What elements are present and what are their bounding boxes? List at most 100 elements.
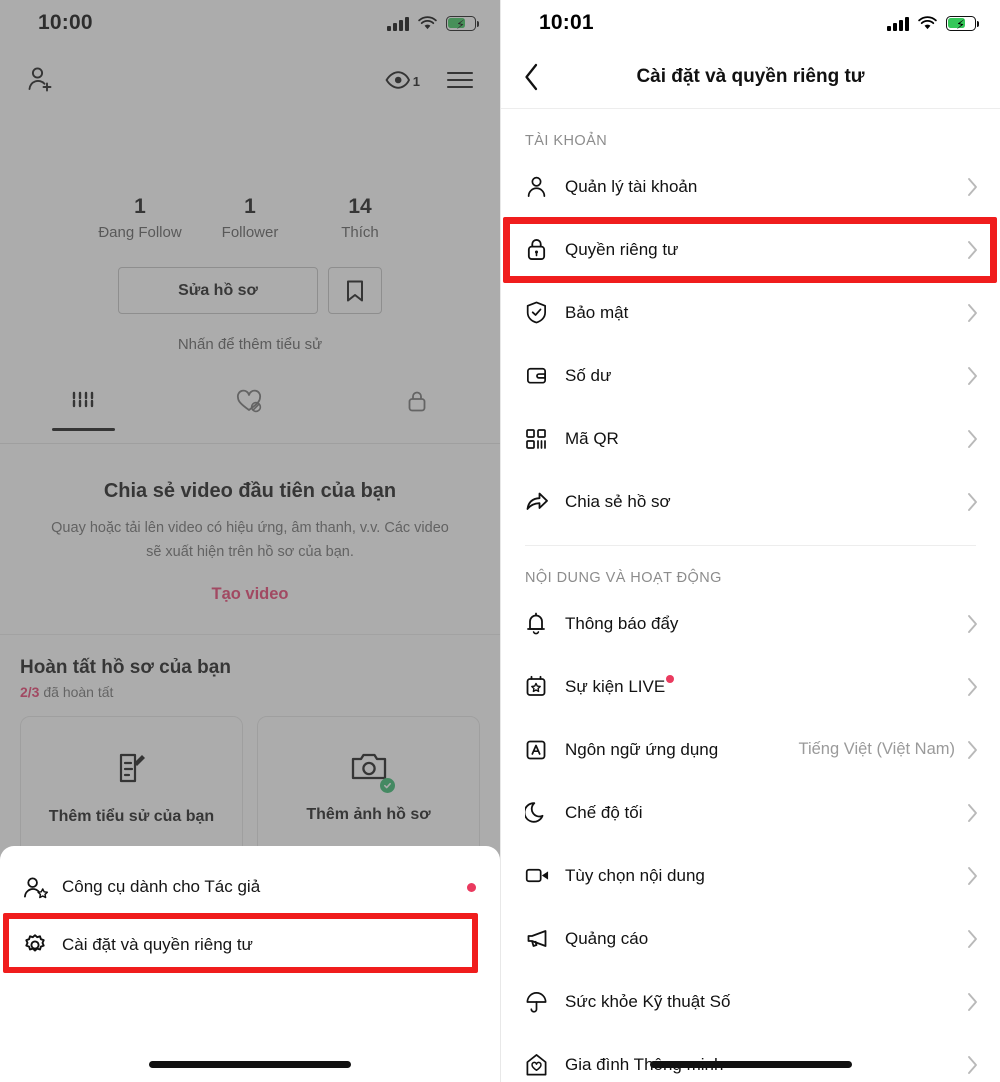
profile-stats: 1 Đang Follow 1 Follower 14 Thích (0, 194, 500, 241)
tab-private[interactable] (333, 389, 500, 443)
stat-likes[interactable]: 14 Thích (305, 194, 415, 241)
tab-active-underline (51, 428, 115, 432)
calendar-star-icon (525, 675, 565, 698)
chevron-right-icon (967, 240, 978, 260)
section-header-content-activity: NỘI DUNG VÀ HOẠT ĐỘNG (525, 570, 722, 586)
empty-state-title: Chia sẻ video đầu tiên của bạn (103, 480, 397, 503)
settings-row-live-events[interactable]: Sự kiện LIVE (501, 655, 1000, 718)
stat-label: Đang Follow (98, 224, 182, 242)
right-phone-panel: 10:01 ⚡ Cài đặt và quyền riêng tư TÀI KH… (500, 0, 1000, 1082)
status-time: 10:01 (539, 11, 594, 34)
settings-row-share-profile[interactable]: Chia sẻ hồ sơ (501, 470, 1000, 533)
status-bar-left: 10:00 ⚡ (0, 0, 500, 46)
back-button[interactable] (523, 62, 563, 92)
chevron-left-icon (525, 63, 538, 91)
language-icon (525, 739, 565, 761)
chevron-right-icon (967, 366, 978, 386)
tab-liked[interactable] (167, 389, 334, 443)
settings-row-label: Sức khỏe Kỹ thuật Số (565, 991, 731, 1011)
chevron-right-icon (967, 866, 978, 886)
empty-state-subtitle: Quay hoặc tải lên video có hiệu ứng, âm … (51, 520, 449, 561)
status-time: 10:00 (38, 11, 93, 34)
progress-suffix: đã hoàn tất (43, 684, 114, 701)
edit-profile-button[interactable]: Sửa hồ sơ (118, 267, 318, 315)
views-count: 1 (412, 74, 420, 89)
moon-icon (525, 801, 565, 824)
battery-charging-icon: ⚡ (946, 15, 980, 32)
notification-dot (467, 882, 476, 892)
settings-row-security[interactable]: Bảo mật (501, 281, 1000, 344)
bookmark-icon (347, 280, 363, 302)
row-label-text: Sự kiện LIVE (565, 676, 666, 696)
left-phone-panel: 10:00 ⚡ 1 1 Đang Follow 1 Follower 14 Th… (0, 0, 500, 1082)
card-add-photo[interactable]: Thêm ảnh hồ sơ (257, 716, 480, 867)
stat-value: 1 (134, 195, 146, 218)
profile-topbar-actions: 1 (385, 70, 474, 90)
settings-row-label: Sự kiện LIVE (565, 674, 967, 697)
stat-label: Thích (341, 224, 379, 242)
settings-row-digital-wellbeing[interactable]: Sức khỏe Kỹ thuật Số (501, 970, 1000, 1033)
empty-state: Chia sẻ video đầu tiên của bạn Quay hoặc… (0, 444, 500, 604)
hamburger-menu-icon[interactable] (446, 70, 474, 90)
settings-row-app-language[interactable]: Ngôn ngữ ứng dụng Tiếng Việt (Việt Nam) (501, 718, 1000, 781)
progress-fraction: 2/3 (20, 684, 40, 701)
stat-value: 1 (244, 195, 256, 218)
settings-row-label: Chế độ tối (565, 802, 643, 822)
chevron-right-icon (967, 303, 978, 323)
complete-profile-progress: 2/3 đã hoàn tất (20, 684, 480, 700)
person-icon (525, 175, 565, 199)
grid-posts-icon (73, 391, 94, 411)
bookmark-button[interactable] (328, 267, 382, 315)
profile-tabs (0, 389, 500, 443)
bio-hint-text[interactable]: Nhấn để thêm tiểu sử (0, 336, 500, 353)
settings-row-manage-account[interactable]: Quản lý tài khoản (501, 155, 1000, 218)
create-video-link[interactable]: Tạo video (42, 585, 458, 604)
sheet-item-settings-privacy[interactable]: Cài đặt và quyền riêng tư (0, 916, 500, 974)
complete-profile-section: Hoàn tất hồ sơ của bạn 2/3 đã hoàn tất T… (0, 634, 500, 867)
chevron-right-icon (967, 614, 978, 634)
chevron-right-icon (967, 740, 978, 760)
settings-row-label: Tùy chọn nội dung (565, 865, 705, 885)
profile-action-row: Sửa hồ sơ (0, 267, 500, 315)
cellular-signal-icon (887, 16, 909, 31)
home-indicator-left (149, 1061, 351, 1068)
complete-profile-cards: Thêm tiểu sử của bạn Thêm ảnh hồ sơ (20, 716, 480, 867)
add-person-icon[interactable] (26, 65, 56, 95)
tab-posts[interactable] (0, 389, 167, 443)
sheet-item-creator-tools[interactable]: Công cụ dành cho Tác giả (0, 858, 500, 916)
lock-icon (525, 237, 565, 262)
family-home-icon (525, 1053, 565, 1077)
share-arrow-icon (525, 490, 565, 513)
wallet-icon (525, 364, 565, 387)
sheet-item-label: Cài đặt và quyền riêng tư (62, 935, 253, 954)
stat-following[interactable]: 1 Đang Follow (85, 194, 195, 241)
settings-row-label: Thông báo đẩy (565, 613, 679, 633)
settings-row-balance[interactable]: Số dư (501, 344, 1000, 407)
status-icons: ⚡ (887, 15, 980, 32)
settings-row-privacy[interactable]: Quyền riêng tư (501, 218, 1000, 281)
settings-row-ads[interactable]: Quảng cáo (501, 907, 1000, 970)
eye-icon[interactable]: 1 (385, 70, 420, 90)
settings-row-family-pairing[interactable]: Gia đình Thông minh (501, 1033, 1000, 1082)
tab-inactive-underline (219, 428, 282, 431)
settings-row-qr-code[interactable]: Mã QR (501, 407, 1000, 470)
qr-code-icon (525, 428, 565, 450)
settings-row-value: Tiếng Việt (Việt Nam) (798, 740, 955, 758)
settings-row-push-notifications[interactable]: Thông báo đẩy (501, 592, 1000, 655)
wifi-icon (418, 15, 437, 29)
settings-navbar: Cài đặt và quyền riêng tư (501, 46, 1000, 108)
card-label: Thêm ảnh hồ sơ (306, 806, 431, 824)
complete-profile-title: Hoàn tất hồ sơ của bạn (20, 657, 231, 679)
profile-topbar: 1 (0, 46, 500, 102)
stat-followers[interactable]: 1 Follower (195, 194, 305, 241)
status-bar-right: 10:01 ⚡ (501, 0, 1000, 46)
video-camera-icon (525, 866, 565, 885)
chevron-right-icon (967, 1055, 978, 1075)
settings-row-dark-mode[interactable]: Chế độ tối (501, 781, 1000, 844)
creator-tools-icon (22, 875, 62, 900)
megaphone-icon (525, 928, 565, 949)
settings-row-content-preferences[interactable]: Tùy chọn nội dung (501, 844, 1000, 907)
chevron-right-icon (967, 677, 978, 697)
settings-row-label: Quản lý tài khoản (565, 176, 698, 196)
card-add-bio[interactable]: Thêm tiểu sử của bạn (20, 716, 243, 867)
